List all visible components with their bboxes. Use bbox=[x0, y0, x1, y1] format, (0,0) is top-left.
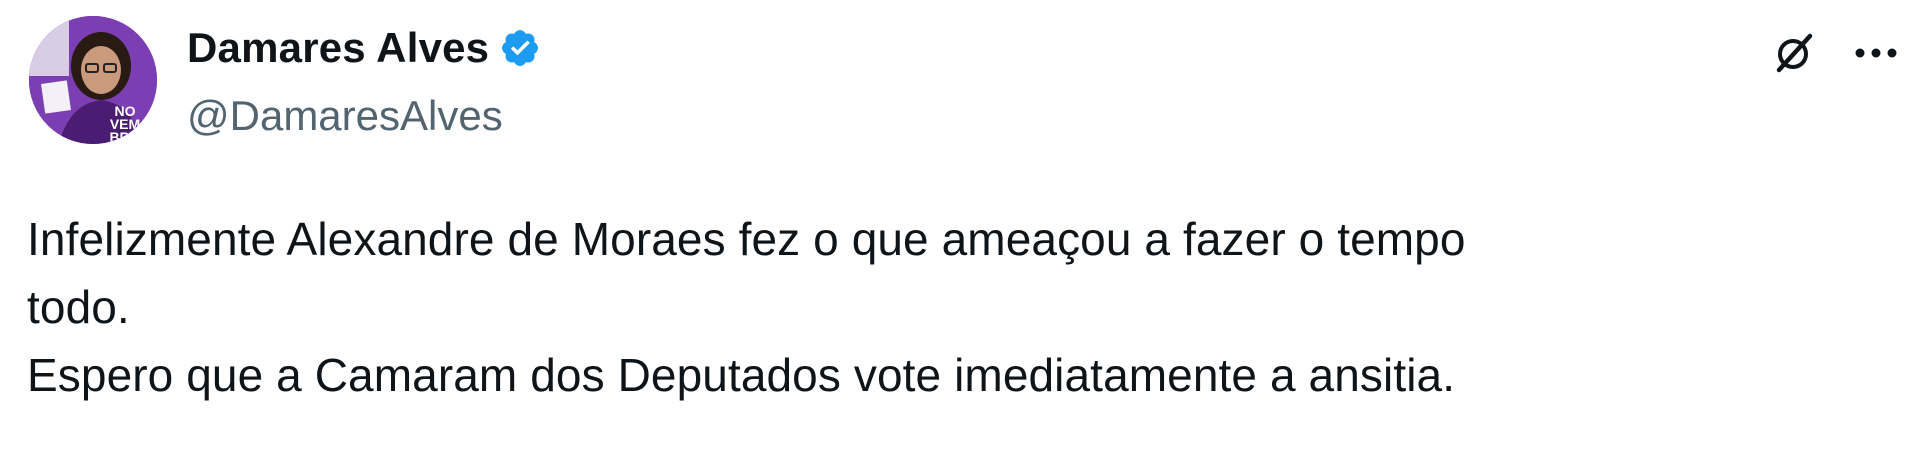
author-handle[interactable]: @DamaresAlves bbox=[187, 90, 503, 142]
tweet-text: Infelizmente Alexandre de Moraes fez o q… bbox=[27, 205, 1887, 409]
verified-badge-icon[interactable] bbox=[499, 27, 541, 69]
avatar[interactable]: NO VEM BRO bbox=[29, 16, 157, 144]
grok-icon bbox=[1776, 33, 1813, 73]
tweet-text-line-3: Espero que a Camaram dos Deputados vote … bbox=[27, 349, 1456, 401]
tweet-text-line-2: todo. bbox=[27, 281, 130, 333]
avatar-badge-line-3: BRO bbox=[109, 129, 140, 144]
grok-button[interactable] bbox=[1765, 25, 1821, 81]
author-name-row: Damares Alves bbox=[187, 22, 541, 74]
author-display-name[interactable]: Damares Alves bbox=[187, 22, 489, 74]
tweet-card: NO VEM BRO Damares Alves @DamaresAlves I… bbox=[0, 0, 1920, 457]
tweet-text-line-1: Infelizmente Alexandre de Moraes fez o q… bbox=[27, 213, 1466, 265]
avatar-image: NO VEM BRO bbox=[29, 16, 157, 144]
more-icon bbox=[1855, 48, 1897, 58]
more-options-button[interactable] bbox=[1848, 25, 1904, 81]
